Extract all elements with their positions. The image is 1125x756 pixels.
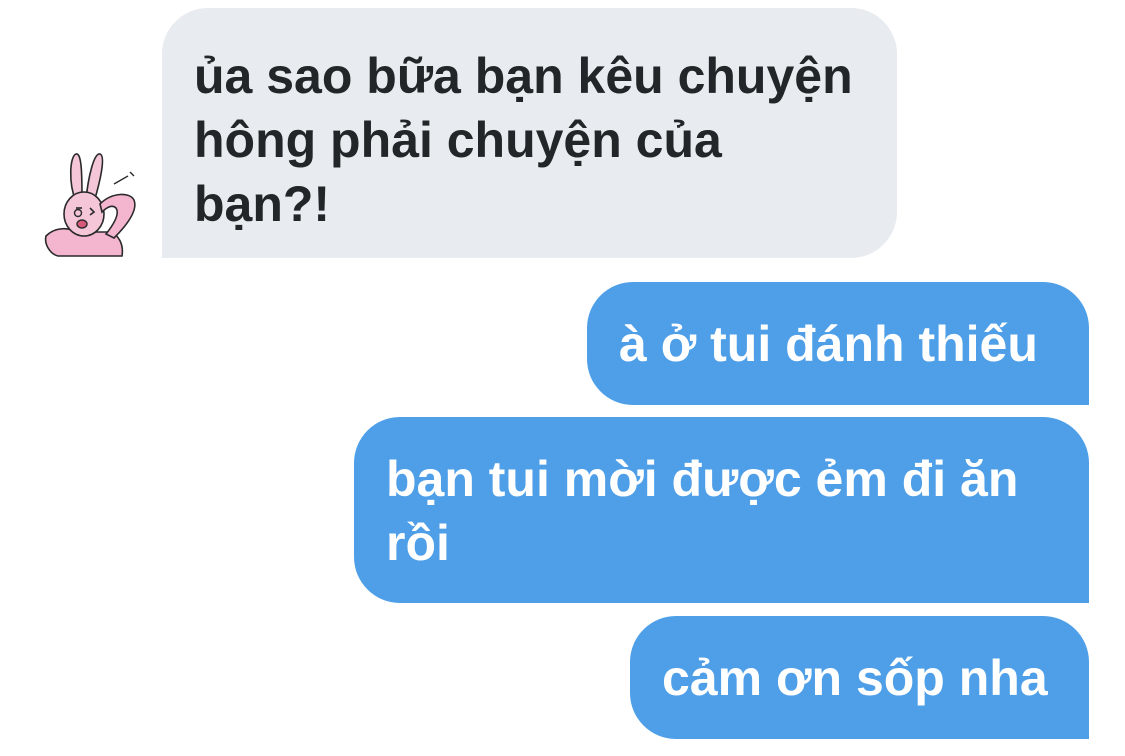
message-bubble-outgoing[interactable]: à ở tui đánh thiếu bbox=[587, 282, 1089, 405]
message-text: à ở tui đánh thiếu bbox=[619, 316, 1038, 372]
message-bubble-outgoing[interactable]: cảm ơn sốp nha bbox=[630, 616, 1089, 739]
bunny-sticker-icon bbox=[44, 153, 136, 257]
message-text: ủa sao bữa bạn kêu chuyện hông phải chuy… bbox=[194, 48, 853, 232]
message-text: bạn tui mời được ẻm đi ăn rồi bbox=[386, 451, 1019, 571]
message-bubble-outgoing[interactable]: bạn tui mời được ẻm đi ăn rồi bbox=[354, 417, 1089, 603]
message-text: cảm ơn sốp nha bbox=[662, 650, 1048, 706]
message-bubble-incoming[interactable]: ủa sao bữa bạn kêu chuyện hông phải chuy… bbox=[162, 8, 897, 258]
avatar[interactable] bbox=[40, 148, 144, 258]
